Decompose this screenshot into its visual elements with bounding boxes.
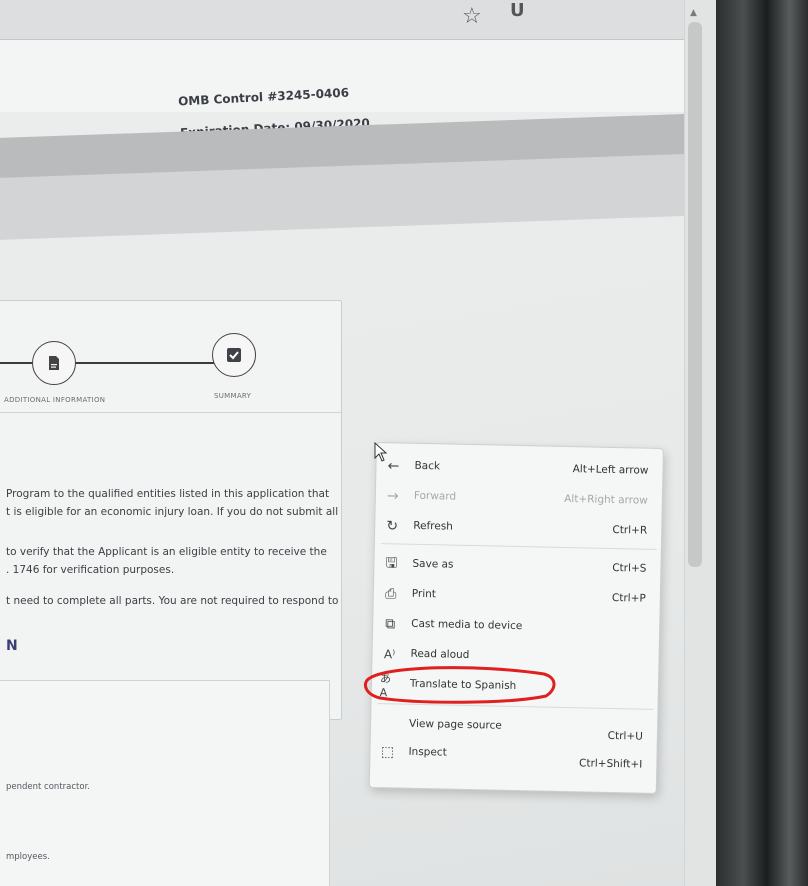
body-line: Program to the qualified entities listed… <box>6 488 330 500</box>
red-circle-annotation <box>363 666 556 704</box>
monitor-screen: ☆ ᑌ OMB Control #3245-0406 Expiration Da… <box>0 0 716 886</box>
form-text: pendent contractor. <box>6 782 90 792</box>
step-additional-information[interactable] <box>32 341 76 385</box>
cast-icon: ⧉ <box>385 616 396 633</box>
menu-item-shortcut: Alt+Right arrow <box>564 492 648 507</box>
menu-item-shortcut: Ctrl+P <box>611 591 646 605</box>
document-icon <box>49 356 59 370</box>
menu-item-label: Inspect <box>408 745 447 759</box>
print-icon: ⎙ <box>385 586 397 603</box>
menu-item-shortcut: Ctrl+R <box>612 523 648 537</box>
extension-icon[interactable]: ᑌ <box>510 0 525 21</box>
step-label-summary: SUMMARY <box>214 392 252 400</box>
menu-item-label: Print <box>411 587 437 601</box>
body-line: t need to complete all parts. You are no… <box>6 595 339 607</box>
menu-item-label: Refresh <box>413 519 454 533</box>
body-line: . 1746 for verification purposes. <box>6 564 175 576</box>
checkbox-icon <box>227 348 241 362</box>
forward-arrow-icon: → <box>386 488 399 505</box>
menu-item-label: Forward <box>413 489 457 503</box>
bookmark-star-icon[interactable]: ☆ <box>462 4 482 29</box>
menu-item-shortcut: Ctrl+Shift+I <box>578 757 643 771</box>
menu-item-inspect[interactable]: ⬚ Inspect Ctrl+Shift+I <box>370 737 659 773</box>
body-line: t is eligible for an economic injury loa… <box>6 506 339 518</box>
body-line: to verify that the Applicant is an eligi… <box>6 546 327 558</box>
mouse-pointer-icon <box>374 442 388 462</box>
context-menu: ← Back Alt+Left arrow → Forward Alt+Righ… <box>368 442 664 794</box>
menu-item-shortcut: Ctrl+S <box>612 561 647 575</box>
menu-item-label: Save as <box>412 557 454 571</box>
refresh-icon: ↻ <box>386 518 399 535</box>
scrollbar-thumb[interactable] <box>688 22 702 567</box>
menu-item-refresh[interactable]: ↻ Refresh Ctrl+R <box>375 511 664 547</box>
step-summary[interactable] <box>212 333 256 377</box>
menu-item-label: Back <box>414 459 441 473</box>
save-icon: 🖫 <box>385 555 398 572</box>
menu-item-label: View page source <box>408 717 502 732</box>
form-text: mployees. <box>6 852 50 862</box>
scroll-up-arrow-icon[interactable]: ▲ <box>690 8 697 18</box>
section-heading: N <box>6 638 18 654</box>
monitor-bezel <box>716 0 808 886</box>
page-header <box>0 40 684 112</box>
browser-toolbar: ☆ ᑌ <box>0 0 684 40</box>
inspect-icon: ⬚ <box>380 744 395 761</box>
menu-item-shortcut: Ctrl+U <box>607 729 644 743</box>
menu-item-shortcut: Alt+Left arrow <box>572 463 649 477</box>
card-divider <box>0 412 342 413</box>
menu-item-label: Cast media to device <box>411 617 523 633</box>
step-label-additional: ADDITIONAL INFORMATION <box>4 396 106 404</box>
